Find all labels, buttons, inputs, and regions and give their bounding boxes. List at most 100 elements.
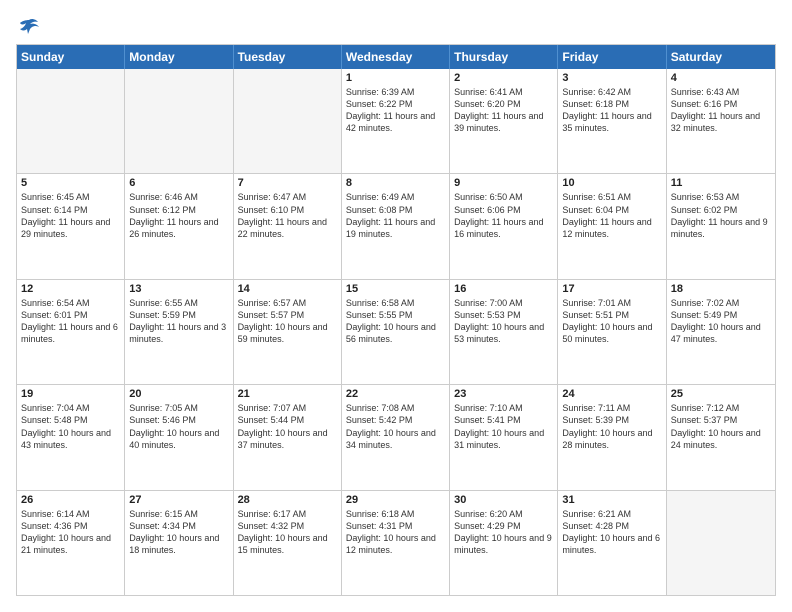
sun-info: Sunrise: 7:04 AM Sunset: 5:48 PM Dayligh… bbox=[21, 402, 120, 451]
sun-info: Sunrise: 6:18 AM Sunset: 4:31 PM Dayligh… bbox=[346, 508, 445, 557]
day-number: 22 bbox=[346, 388, 445, 400]
header-day-saturday: Saturday bbox=[667, 45, 775, 69]
day-number: 21 bbox=[238, 388, 337, 400]
calendar-week-5: 26 Sunrise: 6:14 AM Sunset: 4:36 PM Dayli… bbox=[17, 491, 775, 595]
day-number: 15 bbox=[346, 283, 445, 295]
calendar-cell: 1Sunrise: 6:39 AM Sunset: 6:22 PM Daylig… bbox=[342, 69, 450, 173]
sun-info: Sunrise: 6:43 AM Sunset: 6:16 PM Dayligh… bbox=[671, 86, 771, 135]
day-number: 29 bbox=[346, 494, 445, 506]
day-number: 12 bbox=[21, 283, 120, 295]
calendar-cell: 20 Sunrise: 7:05 AM Sunset: 5:46 PM Dayli… bbox=[125, 385, 233, 489]
day-number: 31 bbox=[562, 494, 661, 506]
header-day-tuesday: Tuesday bbox=[234, 45, 342, 69]
sun-info: Sunrise: 6:47 AM Sunset: 6:10 PM Dayligh… bbox=[238, 191, 337, 240]
calendar-cell: 21 Sunrise: 7:07 AM Sunset: 5:44 PM Dayli… bbox=[234, 385, 342, 489]
sun-info: Sunrise: 6:46 AM Sunset: 6:12 PM Dayligh… bbox=[129, 191, 228, 240]
day-number: 30 bbox=[454, 494, 553, 506]
calendar-cell: 18 Sunrise: 7:02 AM Sunset: 5:49 PM Dayli… bbox=[667, 280, 775, 384]
day-number: 10 bbox=[562, 177, 661, 189]
calendar-cell: 17 Sunrise: 7:01 AM Sunset: 5:51 PM Dayli… bbox=[558, 280, 666, 384]
sun-info: Sunrise: 6:54 AM Sunset: 6:01 PM Dayligh… bbox=[21, 297, 120, 346]
header-day-thursday: Thursday bbox=[450, 45, 558, 69]
calendar-cell: 26 Sunrise: 6:14 AM Sunset: 4:36 PM Dayli… bbox=[17, 491, 125, 595]
calendar-cell: 2Sunrise: 6:41 AM Sunset: 6:20 PM Daylig… bbox=[450, 69, 558, 173]
day-number: 14 bbox=[238, 283, 337, 295]
calendar-cell: 7 Sunrise: 6:47 AM Sunset: 6:10 PM Daylig… bbox=[234, 174, 342, 278]
day-number: 7 bbox=[238, 177, 337, 189]
calendar-week-4: 19Sunrise: 7:04 AM Sunset: 5:48 PM Dayli… bbox=[17, 385, 775, 490]
day-number: 28 bbox=[238, 494, 337, 506]
calendar-cell: 28 Sunrise: 6:17 AM Sunset: 4:32 PM Dayli… bbox=[234, 491, 342, 595]
day-number: 16 bbox=[454, 283, 553, 295]
calendar-cell: 22 Sunrise: 7:08 AM Sunset: 5:42 PM Dayli… bbox=[342, 385, 450, 489]
day-number: 13 bbox=[129, 283, 228, 295]
day-number: 9 bbox=[454, 177, 553, 189]
sun-info: Sunrise: 6:20 AM Sunset: 4:29 PM Dayligh… bbox=[454, 508, 553, 557]
header-day-wednesday: Wednesday bbox=[342, 45, 450, 69]
day-number: 25 bbox=[671, 388, 771, 400]
day-number: 5 bbox=[21, 177, 120, 189]
calendar-cell: 9 Sunrise: 6:50 AM Sunset: 6:06 PM Daylig… bbox=[450, 174, 558, 278]
sun-info: Sunrise: 6:14 AM Sunset: 4:36 PM Dayligh… bbox=[21, 508, 120, 557]
sun-info: Sunrise: 7:08 AM Sunset: 5:42 PM Dayligh… bbox=[346, 402, 445, 451]
sun-info: Sunrise: 7:12 AM Sunset: 5:37 PM Dayligh… bbox=[671, 402, 771, 451]
day-number: 18 bbox=[671, 283, 771, 295]
calendar-cell: 3 Sunrise: 6:42 AM Sunset: 6:18 PM Daylig… bbox=[558, 69, 666, 173]
sun-info: Sunrise: 7:02 AM Sunset: 5:49 PM Dayligh… bbox=[671, 297, 771, 346]
sun-info: Sunrise: 6:17 AM Sunset: 4:32 PM Dayligh… bbox=[238, 508, 337, 557]
sun-info: Sunrise: 6:39 AM Sunset: 6:22 PM Dayligh… bbox=[346, 86, 445, 135]
calendar-cell: 5 Sunrise: 6:45 AM Sunset: 6:14 PM Daylig… bbox=[17, 174, 125, 278]
sun-info: Sunrise: 6:45 AM Sunset: 6:14 PM Dayligh… bbox=[21, 191, 120, 240]
calendar-cell: 14 Sunrise: 6:57 AM Sunset: 5:57 PM Dayli… bbox=[234, 280, 342, 384]
calendar-cell: 13Sunrise: 6:55 AM Sunset: 5:59 PM Dayli… bbox=[125, 280, 233, 384]
day-number: 6 bbox=[129, 177, 228, 189]
sun-info: Sunrise: 6:21 AM Sunset: 4:28 PM Dayligh… bbox=[562, 508, 661, 557]
day-number: 26 bbox=[21, 494, 120, 506]
day-number: 4 bbox=[671, 72, 771, 84]
day-number: 8 bbox=[346, 177, 445, 189]
calendar-week-3: 12 Sunrise: 6:54 AM Sunset: 6:01 PM Dayli… bbox=[17, 280, 775, 385]
sun-info: Sunrise: 6:58 AM Sunset: 5:55 PM Dayligh… bbox=[346, 297, 445, 346]
sun-info: Sunrise: 6:57 AM Sunset: 5:57 PM Dayligh… bbox=[238, 297, 337, 346]
calendar-cell: 24 Sunrise: 7:11 AM Sunset: 5:39 PM Dayli… bbox=[558, 385, 666, 489]
sun-info: Sunrise: 7:00 AM Sunset: 5:53 PM Dayligh… bbox=[454, 297, 553, 346]
sun-info: Sunrise: 6:50 AM Sunset: 6:06 PM Dayligh… bbox=[454, 191, 553, 240]
sun-info: Sunrise: 7:01 AM Sunset: 5:51 PM Dayligh… bbox=[562, 297, 661, 346]
calendar-cell: 30 Sunrise: 6:20 AM Sunset: 4:29 PM Dayli… bbox=[450, 491, 558, 595]
calendar-cell bbox=[234, 69, 342, 173]
calendar-cell: 23 Sunrise: 7:10 AM Sunset: 5:41 PM Dayli… bbox=[450, 385, 558, 489]
sun-info: Sunrise: 7:05 AM Sunset: 5:46 PM Dayligh… bbox=[129, 402, 228, 451]
calendar-cell: 4 Sunrise: 6:43 AM Sunset: 6:16 PM Daylig… bbox=[667, 69, 775, 173]
calendar-cell: 15 Sunrise: 6:58 AM Sunset: 5:55 PM Dayli… bbox=[342, 280, 450, 384]
day-number: 20 bbox=[129, 388, 228, 400]
sun-info: Sunrise: 6:41 AM Sunset: 6:20 PM Dayligh… bbox=[454, 86, 553, 135]
day-number: 23 bbox=[454, 388, 553, 400]
calendar-week-1: 1Sunrise: 6:39 AM Sunset: 6:22 PM Daylig… bbox=[17, 69, 775, 174]
header-day-monday: Monday bbox=[125, 45, 233, 69]
calendar-cell bbox=[125, 69, 233, 173]
logo-bird-icon bbox=[18, 16, 40, 38]
calendar-cell bbox=[17, 69, 125, 173]
sun-info: Sunrise: 6:49 AM Sunset: 6:08 PM Dayligh… bbox=[346, 191, 445, 240]
day-number: 17 bbox=[562, 283, 661, 295]
day-number: 24 bbox=[562, 388, 661, 400]
calendar-cell: 27Sunrise: 6:15 AM Sunset: 4:34 PM Dayli… bbox=[125, 491, 233, 595]
calendar-cell: 25 Sunrise: 7:12 AM Sunset: 5:37 PM Dayli… bbox=[667, 385, 775, 489]
sun-info: Sunrise: 7:07 AM Sunset: 5:44 PM Dayligh… bbox=[238, 402, 337, 451]
calendar-cell: 31 Sunrise: 6:21 AM Sunset: 4:28 PM Dayli… bbox=[558, 491, 666, 595]
sun-info: Sunrise: 6:15 AM Sunset: 4:34 PM Dayligh… bbox=[129, 508, 228, 557]
sun-info: Sunrise: 6:51 AM Sunset: 6:04 PM Dayligh… bbox=[562, 191, 661, 240]
sun-info: Sunrise: 7:10 AM Sunset: 5:41 PM Dayligh… bbox=[454, 402, 553, 451]
calendar-cell: 29 Sunrise: 6:18 AM Sunset: 4:31 PM Dayli… bbox=[342, 491, 450, 595]
calendar-cell: 12 Sunrise: 6:54 AM Sunset: 6:01 PM Dayli… bbox=[17, 280, 125, 384]
sun-info: Sunrise: 6:53 AM Sunset: 6:02 PM Dayligh… bbox=[671, 191, 771, 240]
calendar-cell bbox=[667, 491, 775, 595]
calendar: SundayMondayTuesdayWednesdayThursdayFrid… bbox=[16, 44, 776, 596]
calendar-cell: 16 Sunrise: 7:00 AM Sunset: 5:53 PM Dayli… bbox=[450, 280, 558, 384]
header bbox=[16, 16, 776, 34]
day-number: 3 bbox=[562, 72, 661, 84]
calendar-cell: 8 Sunrise: 6:49 AM Sunset: 6:08 PM Daylig… bbox=[342, 174, 450, 278]
sun-info: Sunrise: 6:42 AM Sunset: 6:18 PM Dayligh… bbox=[562, 86, 661, 135]
day-number: 11 bbox=[671, 177, 771, 189]
sun-info: Sunrise: 7:11 AM Sunset: 5:39 PM Dayligh… bbox=[562, 402, 661, 451]
